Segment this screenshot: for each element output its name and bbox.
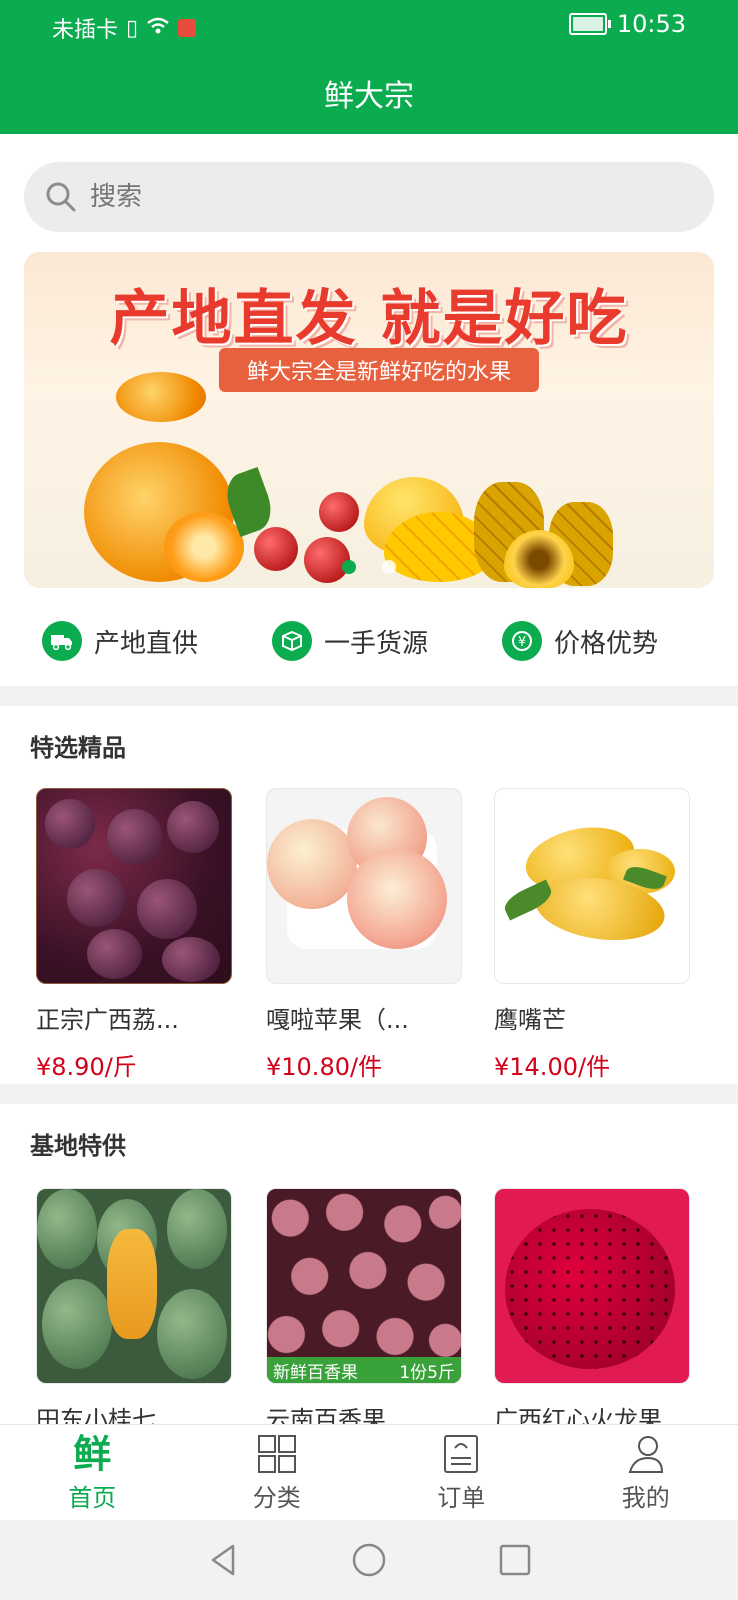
banner-subtitle: 鲜大宗全是新鲜好吃的水果 bbox=[219, 348, 539, 392]
recents-icon[interactable] bbox=[497, 1542, 533, 1578]
badge-left: 新鲜百香果 bbox=[273, 1362, 358, 1383]
tab-home[interactable]: 鲜 首页 bbox=[0, 1425, 185, 1521]
promo-banner[interactable]: 产地直发 就是好吃 鲜大宗全是新鲜好吃的水果 bbox=[24, 252, 714, 588]
tab-label: 订单 bbox=[437, 1483, 486, 1512]
product-card[interactable]: 新鲜百香果 1份5斤 云南百香果 bbox=[266, 1188, 462, 1435]
tab-label: 首页 bbox=[68, 1483, 117, 1512]
section-divider bbox=[0, 1084, 738, 1104]
status-left: 未插卡 ▯ bbox=[52, 12, 197, 44]
product-image bbox=[36, 1188, 232, 1384]
carousel-dot[interactable] bbox=[382, 560, 396, 574]
svg-text:¥: ¥ bbox=[518, 635, 526, 650]
user-icon bbox=[628, 1435, 663, 1473]
banner-title: 产地直发 就是好吃 bbox=[109, 284, 629, 354]
status-right: 10:53 bbox=[568, 10, 686, 38]
feature-first-hand: 一手货源 bbox=[272, 621, 428, 661]
product-card[interactable]: 鹰嘴芒 ¥14.00/件 bbox=[494, 788, 690, 1082]
grid-icon bbox=[257, 1434, 296, 1473]
box-icon bbox=[272, 621, 313, 661]
product-card[interactable]: 嘎啦苹果（... ¥10.80/件 bbox=[266, 788, 462, 1082]
back-icon[interactable] bbox=[205, 1542, 241, 1578]
tab-label: 我的 bbox=[621, 1483, 670, 1512]
home-xian-icon: 鲜 bbox=[73, 1431, 112, 1476]
order-icon bbox=[444, 1434, 479, 1473]
feature-direct-supply: 产地直供 bbox=[42, 621, 198, 661]
feature-label: 价格优势 bbox=[554, 628, 659, 659]
product-card[interactable]: 广西红心火龙果 bbox=[494, 1188, 690, 1435]
product-name: 鹰嘴芒 bbox=[494, 1006, 566, 1034]
product-image bbox=[494, 788, 690, 984]
feature-label: 产地直供 bbox=[94, 628, 199, 659]
page-title: 鲜大宗 bbox=[324, 79, 414, 114]
badge-right: 1份5斤 bbox=[399, 1362, 455, 1383]
product-card[interactable]: 田东小桂七... bbox=[36, 1188, 232, 1435]
tab-label: 分类 bbox=[252, 1483, 301, 1512]
tab-orders[interactable]: 订单 bbox=[369, 1425, 554, 1521]
feature-label: 一手货源 bbox=[324, 628, 429, 659]
sim-icon: ▯ bbox=[126, 15, 139, 41]
product-image bbox=[494, 1188, 690, 1384]
product-price: ¥14.00/件 bbox=[494, 1053, 611, 1081]
feature-row: 产地直供 一手货源 ¥ 价格优势 bbox=[0, 600, 738, 682]
product-image: 新鲜百香果 1份5斤 bbox=[266, 1188, 462, 1384]
yuan-icon: ¥ bbox=[502, 621, 543, 661]
status-bar: 未插卡 ▯ 10:53 bbox=[0, 0, 738, 52]
clock: 10:53 bbox=[616, 10, 686, 38]
feature-price-advantage: ¥ 价格优势 bbox=[502, 621, 658, 661]
product-image bbox=[266, 788, 462, 984]
product-card[interactable]: 正宗广西荔... ¥8.90/斤 bbox=[36, 788, 232, 1082]
carousel-indicator bbox=[24, 560, 714, 574]
product-image bbox=[36, 788, 232, 984]
app-header: 鲜大宗 bbox=[0, 52, 738, 134]
product-name: 正宗广西荔... bbox=[36, 1006, 179, 1034]
cherry-illustration bbox=[319, 492, 359, 532]
section-title: 基地特供 bbox=[30, 1132, 126, 1160]
product-name: 嘎啦苹果（... bbox=[266, 1006, 409, 1034]
system-nav-bar bbox=[0, 1520, 738, 1600]
section-title: 特选精品 bbox=[30, 734, 126, 762]
product-price: ¥10.80/件 bbox=[266, 1053, 383, 1081]
carrier-label: 未插卡 bbox=[52, 18, 119, 43]
section-divider bbox=[0, 686, 738, 706]
search-input[interactable] bbox=[88, 181, 652, 213]
wifi-icon bbox=[146, 16, 170, 41]
search-bar[interactable] bbox=[24, 162, 714, 232]
battery-icon bbox=[568, 13, 611, 35]
bottom-tab-bar: 鲜 首页 分类 订单 我的 bbox=[0, 1424, 738, 1521]
tab-category[interactable]: 分类 bbox=[185, 1425, 370, 1521]
notification-icon bbox=[178, 19, 197, 37]
carousel-dot[interactable] bbox=[342, 560, 356, 574]
product-price: ¥8.90/斤 bbox=[36, 1053, 137, 1081]
tab-profile[interactable]: 我的 bbox=[554, 1425, 738, 1521]
truck-icon bbox=[42, 621, 82, 661]
search-icon bbox=[46, 182, 76, 212]
product-badge: 新鲜百香果 1份5斤 bbox=[267, 1357, 461, 1383]
orange-half-illustration bbox=[116, 372, 206, 422]
home-circle-icon[interactable] bbox=[351, 1542, 387, 1578]
